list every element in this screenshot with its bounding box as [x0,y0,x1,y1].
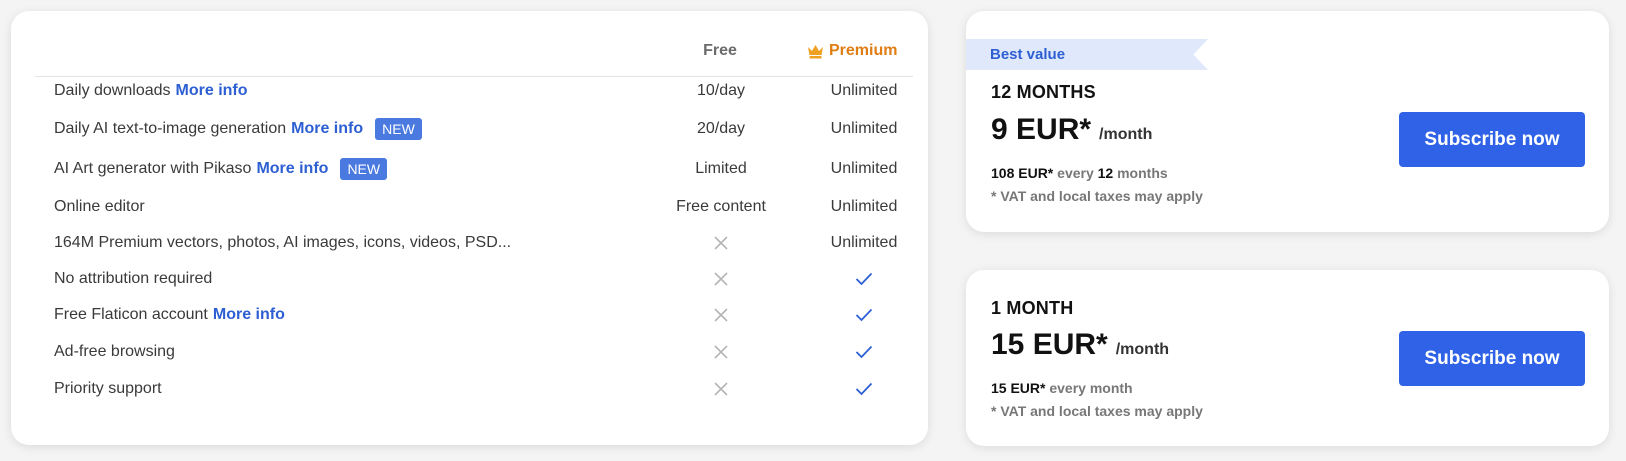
price-amount: 15 EUR* [991,328,1108,361]
premium-value: Unlimited [830,160,898,177]
plan-price: 9 EUR* /month [991,113,1152,147]
best-value-ribbon: Best value [966,39,1208,70]
premium-value: Unlimited [830,120,898,137]
feature-row: Priority support [35,371,913,407]
subscribe-button[interactable]: Subscribe now [1399,331,1585,386]
plan-card-1-month: 1 MONTH 15 EUR* /month 15 EUR* every mon… [966,270,1609,446]
check-icon [799,261,929,297]
feature-label: Online editor [54,198,145,215]
billing-detail: 108 EUR* every 12 months [991,165,1168,181]
plan-period: 12 MONTHS [991,82,1096,102]
feature-row: Free Flaticon account More info [35,297,913,333]
feature-label: 164M Premium vectors, photos, AI images,… [54,234,512,251]
feature-row: No attribution required [35,261,913,297]
feature-row: Daily AI text-to-image generation More i… [35,111,913,147]
feature-label: Daily downloads [54,82,171,99]
feature-label: Ad-free browsing [54,343,175,360]
more-info-link[interactable]: More info [256,160,328,178]
new-badge: NEW [340,158,388,180]
cross-icon [646,371,796,407]
plan-card-12-months: Best value 12 MONTHS 9 EUR* /month 108 E… [966,11,1609,232]
plan-period: 1 MONTH [991,298,1074,318]
comparison-header: Free Premium [35,11,913,77]
subscribe-button[interactable]: Subscribe now [1399,112,1585,167]
feature-row: Online editor Free content Unlimited [35,189,913,225]
check-icon [799,297,929,333]
check-icon [799,371,929,407]
premium-value: Unlimited [830,234,898,251]
check-icon [799,334,929,370]
feature-comparison-card: Free Premium Daily downloads More info 1… [11,11,928,445]
free-value: Limited [695,160,747,177]
feature-row: 164M Premium vectors, photos, AI images,… [35,225,913,261]
cross-icon [646,225,796,261]
more-info-link[interactable]: More info [213,306,285,324]
feature-label: AI Art generator with Pikaso [54,160,252,177]
price-amount: 9 EUR* [991,113,1092,146]
premium-value: Unlimited [830,82,898,99]
feature-label: Free Flaticon account [54,306,208,323]
cross-icon [646,261,796,297]
more-info-link[interactable]: More info [176,82,248,100]
feature-label: Priority support [54,380,162,397]
premium-value: Unlimited [830,198,898,215]
feature-label: Daily AI text-to-image generation [54,120,287,137]
cross-icon [646,297,796,333]
price-unit: /month [1115,341,1170,358]
vat-note: * VAT and local taxes may apply [991,188,1203,204]
billing-detail: 15 EUR* every month [991,380,1133,396]
vat-note: * VAT and local taxes may apply [991,403,1203,419]
plan-price: 15 EUR* /month [991,328,1169,362]
free-value: Free content [676,198,766,215]
free-value: 20/day [696,120,746,137]
feature-label: No attribution required [54,270,213,287]
new-badge: NEW [375,118,422,140]
free-value: 10/day [696,82,746,99]
feature-row: Daily downloads More info 10/day Unlimit… [35,73,913,109]
crown-icon [807,44,824,59]
price-unit: /month [1099,126,1153,143]
column-header-premium: Premium [807,42,957,60]
feature-row: AI Art generator with Pikaso More info N… [35,151,913,187]
feature-row: Ad-free browsing [35,334,913,370]
cross-icon [646,334,796,370]
column-header-free: Free [703,42,737,59]
premium-label: Premium [829,42,898,59]
ribbon-label: Best value [990,46,1066,63]
more-info-link[interactable]: More info [291,120,363,138]
